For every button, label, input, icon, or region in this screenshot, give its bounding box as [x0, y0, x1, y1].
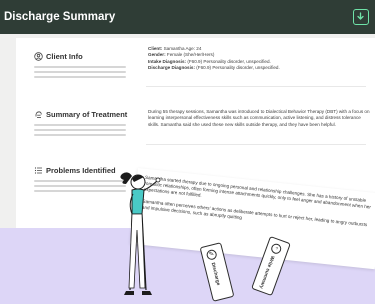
discharge-diagnosis-line: Discharge Diagnosis: (F60.9) Personality… — [148, 65, 280, 71]
section-problems: Problems Identified — [34, 166, 116, 175]
divider — [146, 86, 366, 87]
list-icon — [34, 167, 42, 174]
download-button[interactable] — [353, 9, 369, 25]
section-label: Problems Identified — [46, 166, 116, 175]
card-label: Discharge — [209, 262, 221, 287]
app-window: Discharge Summary Client Info Client: Sa… — [0, 0, 375, 304]
summary-text: During 55 therapy sessions, Samantha was… — [148, 109, 370, 127]
section-label: Summary of Treatment — [46, 110, 128, 119]
client-info-text: Client: Samantha Age: 24 Gender: Female … — [148, 46, 370, 72]
placeholder-lines — [34, 180, 126, 195]
placeholder-lines — [34, 124, 126, 139]
card-label: Write summary — [257, 254, 275, 290]
download-icon — [357, 12, 364, 20]
pen-icon: ✎ — [205, 248, 218, 261]
page-title: Discharge Summary — [4, 11, 116, 23]
placeholder-lines — [34, 66, 126, 81]
section-summary: Summary of Treatment — [34, 110, 127, 119]
clock-icon: ◔ — [269, 242, 283, 256]
divider — [146, 144, 366, 145]
section-label: Client Info — [46, 52, 83, 61]
header-bar: Discharge Summary — [0, 0, 375, 34]
person-illustration — [120, 172, 161, 295]
user-circle-icon — [34, 52, 43, 61]
summary-icon — [35, 111, 42, 118]
section-client-info: Client Info — [34, 52, 83, 61]
